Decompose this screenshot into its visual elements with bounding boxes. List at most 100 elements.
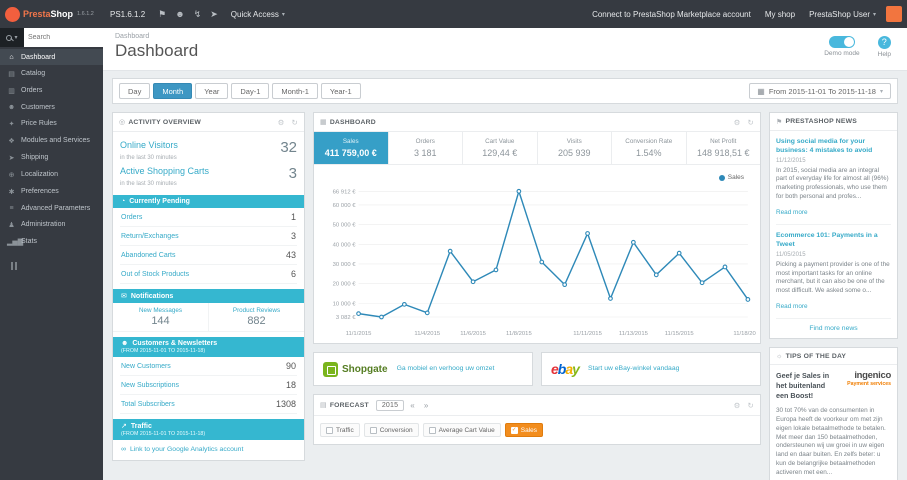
- kpi-orders[interactable]: Orders 3 181: [389, 132, 463, 164]
- read-more-link[interactable]: Read more: [776, 209, 808, 216]
- active-carts-value: 3: [288, 165, 297, 182]
- kpi-visits[interactable]: Visits 205 939: [538, 132, 612, 164]
- filter-month-1-button[interactable]: Month-1: [272, 83, 318, 99]
- bookmark-icon[interactable]: ⚑: [158, 9, 166, 20]
- search-scope-button[interactable]: ▾: [0, 28, 24, 47]
- shipping-icon: ➤: [8, 154, 15, 162]
- sidebar-item-dashboard[interactable]: ⌂ Dashboard: [0, 49, 103, 65]
- link-icon: ∞: [121, 446, 126, 453]
- bolt-icon[interactable]: ↯: [194, 9, 202, 20]
- sidebar-item-catalog[interactable]: ▤ Catalog: [0, 65, 103, 82]
- svg-text:11/1/2015: 11/1/2015: [346, 331, 372, 337]
- news-item-date: 11/12/2015: [776, 158, 806, 165]
- collapse-menu-button[interactable]: [11, 262, 103, 270]
- forecast-next-icon[interactable]: »: [421, 401, 432, 410]
- news-panel-title: PrestaShop News: [785, 118, 857, 125]
- kpi-net-profit[interactable]: Net Profit 148 918,51 €: [687, 132, 761, 164]
- sidebar-item-orders[interactable]: ▥ Orders: [0, 82, 103, 99]
- news-icon: ⚑: [776, 118, 783, 126]
- employee-icon[interactable]: ☻: [175, 9, 184, 19]
- filter-month-button[interactable]: Month: [153, 83, 193, 99]
- user-menu[interactable]: PrestaShop User ▾: [802, 0, 883, 28]
- people-icon: ☻: [121, 340, 129, 347]
- checkbox-icon: [369, 426, 377, 434]
- new-messages-cell[interactable]: New Messages 144: [113, 303, 209, 331]
- news-item-date: 11/05/2015: [776, 252, 806, 259]
- filter-year-1-button[interactable]: Year-1: [320, 83, 361, 99]
- out-of-stock-row[interactable]: Out of Stock Products 6: [120, 265, 297, 284]
- help-icon[interactable]: ?: [877, 36, 891, 49]
- traffic-icon: ↗: [121, 423, 127, 430]
- google-analytics-link[interactable]: ∞ Link to your Google Analytics account: [120, 440, 297, 460]
- product-reviews-cell[interactable]: Product Reviews 882: [209, 303, 304, 331]
- date-range-picker[interactable]: ▦ From 2015-11-01 To 2015-11-18 ▾: [749, 83, 891, 99]
- pending-returns-row[interactable]: Return/Exchanges 3: [120, 227, 297, 246]
- kpi-sales[interactable]: Sales 411 759,00 €: [314, 132, 389, 164]
- refresh-icon[interactable]: ↻: [748, 118, 754, 127]
- find-more-news-link[interactable]: Find more news: [776, 324, 891, 335]
- marketplace-link[interactable]: Connect to PrestaShop Marketplace accoun…: [585, 0, 758, 28]
- sidebar-item-advanced-parameters[interactable]: ≡ Advanced Parameters: [0, 200, 103, 216]
- total-subscribers-row[interactable]: Total Subscribers 1308: [120, 395, 297, 414]
- my-shop-link[interactable]: My shop: [758, 0, 802, 28]
- filter-day-button[interactable]: Day: [119, 83, 151, 99]
- shop-name[interactable]: PS1.6.1.2: [103, 0, 152, 28]
- shopgate-name: Shopgate: [342, 363, 388, 375]
- sidebar-item-price-rules[interactable]: ✦ Price Rules: [0, 115, 103, 132]
- quick-access-menu[interactable]: Quick Access ▾: [224, 0, 292, 28]
- chevron-down-icon: ▾: [879, 88, 883, 95]
- version-label: 1.6.1.2: [77, 11, 94, 17]
- kpi-cart-value[interactable]: Cart Value 129,44 €: [463, 132, 538, 164]
- forecast-panel-title: Forecast: [329, 401, 369, 409]
- new-customers-row[interactable]: New Customers 90: [120, 357, 297, 376]
- refresh-icon[interactable]: ↻: [748, 401, 754, 410]
- dashboard-columns: ◎ Activity overview ⚙ ↻ Online Visitors …: [112, 112, 898, 480]
- tips-of-the-day-panel: ☼ Tips of the day Geef je Sales in het b…: [769, 347, 898, 480]
- prestashop-logo[interactable]: PrestaShop 1.6.1.2: [0, 0, 103, 28]
- user-avatar[interactable]: [886, 6, 902, 22]
- active-carts-link[interactable]: Active Shopping Carts: [120, 166, 209, 176]
- pending-orders-row[interactable]: Orders 1: [120, 208, 297, 227]
- sidebar-item-administration[interactable]: ♟ Administration: [0, 216, 103, 233]
- gear-icon[interactable]: ⚙: [278, 118, 285, 127]
- online-visitors-link[interactable]: Online Visitors: [120, 140, 178, 150]
- news-item-title[interactable]: Ecommerce 101: Payments in a Tweet: [776, 232, 891, 250]
- refresh-icon[interactable]: ↻: [292, 118, 298, 127]
- stats-icon: ▂▅▇: [7, 238, 24, 246]
- tips-panel-header: ☼ Tips of the day: [770, 348, 897, 366]
- ebay-link[interactable]: Start uw eBay-winkel vandaag: [588, 365, 679, 374]
- demo-mode-toggle[interactable]: [828, 36, 855, 48]
- forecast-option-average-cart-value[interactable]: Average Cart Value: [422, 423, 501, 438]
- sidebar-item-modules[interactable]: ❖ Modules and Services: [0, 132, 103, 149]
- globe-icon: ⊕: [8, 171, 15, 179]
- kpi-conversion-rate[interactable]: Conversion Rate 1.54%: [612, 132, 687, 164]
- shopgate-link[interactable]: Ga mobiel en verhoog uw omzet: [397, 365, 495, 374]
- sidebar-item-preferences[interactable]: ✱ Preferences: [0, 183, 103, 200]
- svg-text:11/18/2015: 11/18/2015: [733, 331, 756, 337]
- svg-text:3 082 €: 3 082 €: [336, 315, 356, 321]
- filter-year-button[interactable]: Year: [195, 83, 229, 99]
- demo-mode-control: Demo mode: [824, 36, 860, 58]
- forecast-prev-icon[interactable]: «: [407, 401, 418, 410]
- chart-legend[interactable]: Sales: [718, 174, 744, 181]
- search-input[interactable]: [24, 28, 103, 47]
- breadcrumb[interactable]: Dashboard: [115, 33, 895, 40]
- sidebar-item-shipping[interactable]: ➤ Shipping: [0, 149, 103, 166]
- forecast-year-select[interactable]: 2015: [375, 399, 405, 411]
- gear-icon[interactable]: ⚙: [734, 401, 741, 410]
- filter-day-1-button[interactable]: Day-1: [231, 83, 270, 99]
- read-more-link[interactable]: Read more: [776, 303, 808, 310]
- abandoned-carts-row[interactable]: Abandoned Carts 43: [120, 246, 297, 265]
- new-subscriptions-row[interactable]: New Subscriptions 18: [120, 376, 297, 395]
- sidebar-item-customers[interactable]: ☻ Customers: [0, 99, 103, 115]
- forecast-option-traffic[interactable]: Traffic: [320, 423, 360, 438]
- sidebar-item-stats[interactable]: ▂▅▇ Stats: [0, 233, 103, 250]
- news-item-title[interactable]: Using social media for your business: 4 …: [776, 138, 891, 156]
- gear-icon[interactable]: ⚙: [734, 118, 741, 127]
- center-column: ▦ Dashboard ⚙ ↻ Sales 411 759,00 €: [313, 112, 761, 446]
- forecast-option-conversion[interactable]: Conversion: [363, 423, 419, 438]
- forecast-option-sales[interactable]: ✓ Sales: [504, 423, 543, 438]
- topbar-quick-icons: ⚑ ☻ ↯ ➤: [152, 9, 224, 20]
- sidebar-item-localization[interactable]: ⊕ Localization: [0, 166, 103, 183]
- rocket-icon[interactable]: ➤: [210, 9, 218, 20]
